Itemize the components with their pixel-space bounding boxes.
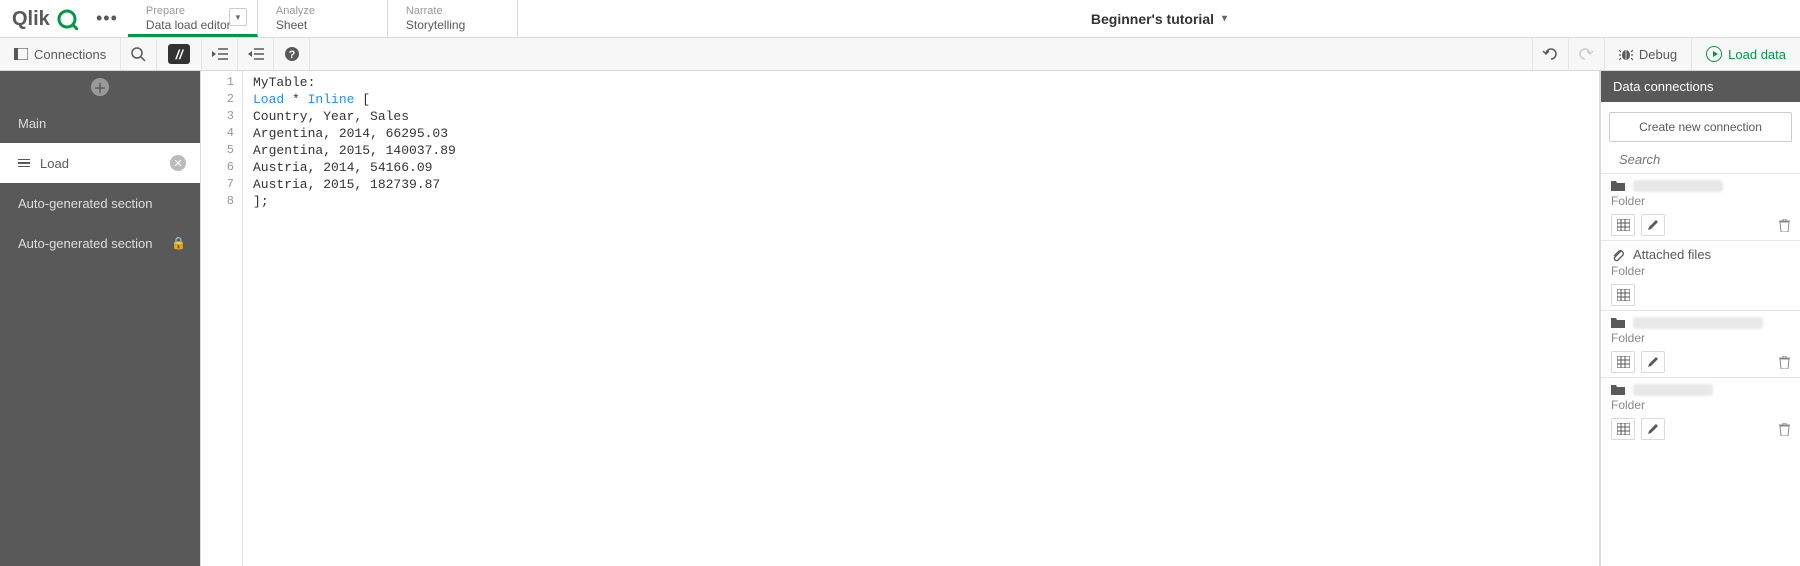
code-editor[interactable]: 12345678 MyTable:Load * Inline [Country,…	[201, 71, 1600, 566]
add-section-button[interactable]: ＋	[0, 71, 200, 103]
play-icon	[1706, 46, 1722, 62]
delete-connection-button[interactable]	[1779, 219, 1790, 232]
select-data-button[interactable]	[1611, 351, 1635, 373]
connection-name-redacted	[1633, 180, 1723, 192]
folder-icon	[1611, 317, 1625, 329]
line-gutter: 12345678	[201, 71, 243, 566]
load-data-label: Load data	[1728, 47, 1786, 62]
connection-type: Folder	[1611, 396, 1790, 416]
delete-connection-button[interactable]	[1779, 423, 1790, 436]
edit-connection-button[interactable]	[1641, 418, 1665, 440]
comment-toggle-button[interactable]: //	[157, 38, 202, 70]
debug-button[interactable]: Debug	[1604, 38, 1691, 70]
connections-toggle-button[interactable]: Connections	[0, 38, 121, 70]
undo-icon	[1542, 47, 1558, 61]
folder-icon	[1611, 180, 1625, 192]
attachment-icon	[1611, 248, 1625, 262]
outdent-button[interactable]	[238, 38, 274, 70]
select-data-button[interactable]	[1611, 284, 1635, 306]
connection-type: Folder	[1611, 192, 1790, 212]
folder-icon	[1611, 384, 1625, 396]
delete-section-button[interactable]: ✕	[170, 155, 186, 171]
bug-icon	[1619, 47, 1633, 61]
section-label: Auto-generated section	[18, 196, 152, 211]
app-title-text: Beginner's tutorial	[1091, 11, 1214, 27]
connection-list: FolderAttached filesFolderFolderFolder	[1601, 173, 1800, 444]
delete-connection-button[interactable]	[1779, 356, 1790, 369]
toolbar: Connections // ? Debug Load data	[0, 38, 1800, 71]
code-area[interactable]: MyTable:Load * Inline [Country, Year, Sa…	[243, 71, 1599, 566]
connection-item: Folder	[1601, 173, 1800, 240]
connection-name-redacted	[1633, 317, 1763, 329]
select-data-button[interactable]	[1611, 214, 1635, 236]
data-connections-header: Data connections	[1601, 71, 1800, 102]
lock-icon: 🔒	[171, 236, 186, 250]
section-label: Auto-generated section	[18, 236, 152, 251]
section-label: Load	[40, 156, 69, 171]
nav-tabs: PrepareData load editor▾AnalyzeSheetNarr…	[128, 0, 518, 37]
connection-item: Folder	[1601, 310, 1800, 377]
help-icon: ?	[284, 46, 300, 62]
nav-tab-sheet[interactable]: AnalyzeSheet	[258, 0, 388, 37]
main-area: ＋ MainLoad✕Auto-generated sectionAuto-ge…	[0, 71, 1800, 566]
connection-name: Attached files	[1633, 247, 1711, 262]
connection-search-input[interactable]	[1619, 152, 1797, 167]
connection-item: Attached filesFolder	[1601, 240, 1800, 310]
search-icon	[131, 47, 146, 62]
connection-type: Folder	[1611, 262, 1790, 282]
connection-name-redacted	[1633, 384, 1713, 396]
edit-connection-button[interactable]	[1641, 351, 1665, 373]
drag-handle-icon[interactable]	[18, 159, 30, 168]
app-menu-button[interactable]: •••	[86, 0, 128, 37]
load-data-button[interactable]: Load data	[1691, 38, 1800, 70]
connection-item: Folder	[1601, 377, 1800, 444]
debug-label: Debug	[1639, 47, 1677, 62]
connections-label: Connections	[34, 47, 106, 62]
section-item[interactable]: Auto-generated section 🔒	[0, 223, 200, 263]
redo-icon	[1578, 47, 1594, 61]
svg-text:Qlik: Qlik	[12, 8, 51, 30]
section-label: Main	[18, 116, 46, 131]
svg-text:?: ?	[288, 49, 295, 61]
redo-button	[1568, 38, 1604, 70]
chevron-down-icon: ▾	[1222, 13, 1227, 24]
section-item[interactable]: Load ✕	[0, 143, 200, 183]
nav-tab-data-load-editor[interactable]: PrepareData load editor▾	[128, 0, 258, 37]
undo-button[interactable]	[1532, 38, 1568, 70]
indent-button[interactable]	[202, 38, 238, 70]
nav-tab-storytelling[interactable]: NarrateStorytelling	[388, 0, 518, 37]
connection-search[interactable]	[1609, 142, 1792, 173]
app-header: Qlik ••• PrepareData load editor▾Analyze…	[0, 0, 1800, 38]
section-item[interactable]: Main	[0, 103, 200, 143]
sections-sidebar: ＋ MainLoad✕Auto-generated sectionAuto-ge…	[0, 71, 201, 566]
indent-icon	[212, 48, 228, 60]
edit-connection-button[interactable]	[1641, 214, 1665, 236]
select-data-button[interactable]	[1611, 418, 1635, 440]
qlik-logo[interactable]: Qlik	[0, 0, 86, 37]
app-title[interactable]: Beginner's tutorial ▾	[518, 11, 1800, 27]
search-button[interactable]	[121, 38, 157, 70]
data-connections-panel: Data connections Create new connection F…	[1600, 71, 1800, 566]
outdent-icon	[248, 48, 264, 60]
section-item[interactable]: Auto-generated section	[0, 183, 200, 223]
chevron-down-icon[interactable]: ▾	[229, 8, 247, 26]
help-button[interactable]: ?	[274, 38, 310, 70]
connection-type: Folder	[1611, 329, 1790, 349]
panel-icon	[14, 48, 28, 60]
create-connection-button[interactable]: Create new connection	[1609, 112, 1792, 142]
